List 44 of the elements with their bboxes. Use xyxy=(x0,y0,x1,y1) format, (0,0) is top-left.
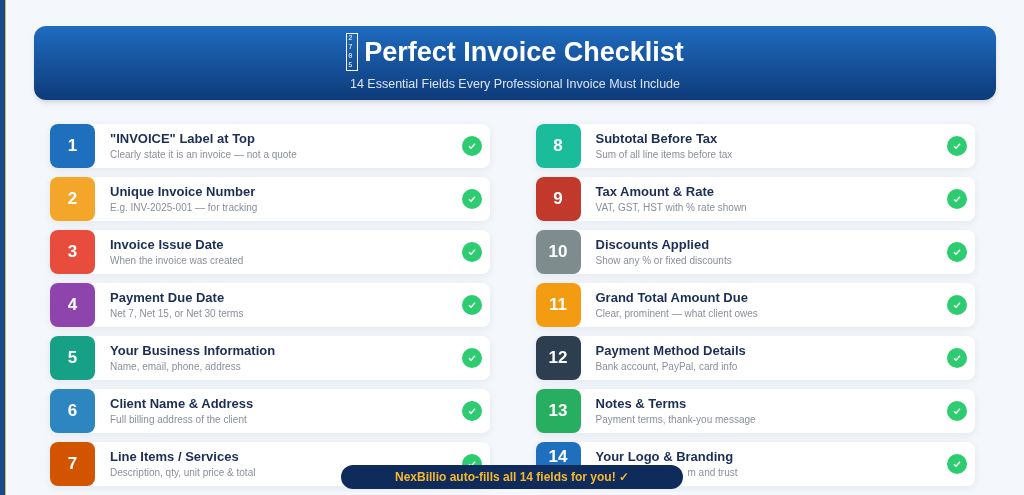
item-description: m and trust xyxy=(687,466,738,480)
number-badge: 11 xyxy=(535,283,581,327)
page-subtitle: 14 Essential Fields Every Professional Invoice Must Include xyxy=(350,75,680,93)
number-badge: 6 xyxy=(50,389,95,433)
number-badge: 13 xyxy=(535,389,581,433)
item-title: Client Name & Address xyxy=(110,395,255,412)
item-title: Your Logo & Branding xyxy=(595,448,735,465)
item-description: When the invoice was created xyxy=(110,254,244,268)
number-badge: 5 xyxy=(50,336,95,380)
item-title: Tax Amount & Rate xyxy=(595,183,715,200)
number-badge: 9 xyxy=(535,177,581,221)
item-description: Clear, prominent — what client owes xyxy=(595,307,758,321)
number-badge: 8 xyxy=(535,124,581,168)
item-title: Grand Total Amount Due xyxy=(595,289,749,306)
item-description: Bank account, PayPal, card info xyxy=(595,360,738,374)
item-description: Description, qty, unit price & total xyxy=(110,466,256,480)
item-description: Sum of all line items before tax xyxy=(595,148,733,162)
number-badge: 4 xyxy=(50,283,95,327)
item-title: Your Business Information xyxy=(110,342,277,359)
item-description: VAT, GST, HST with % rate shown xyxy=(595,201,747,215)
item-description: E.g. INV-2025-001 — for tracking xyxy=(110,201,258,215)
number-badge: 10 xyxy=(535,230,581,274)
item-description: Payment terms, thank-you message xyxy=(595,413,756,427)
item-description: Clearly state it is an invoice — not a quote xyxy=(110,148,297,162)
item-title: "INVOICE" Label at Top xyxy=(110,130,256,147)
item-description: Full billing address of the client xyxy=(110,413,247,427)
item-title: Payment Due Date xyxy=(110,289,226,306)
item-title: Discounts Applied xyxy=(595,236,711,253)
item-title: Notes & Terms xyxy=(595,395,688,412)
number-badge: 3 xyxy=(50,230,95,274)
number-badge: 7 xyxy=(50,442,95,486)
item-title: Line Items / Services xyxy=(110,448,240,465)
number-badge: 1 xyxy=(50,124,95,168)
item-title: Invoice Issue Date xyxy=(110,236,225,253)
number-badge: 12 xyxy=(535,336,581,380)
item-title: Payment Method Details xyxy=(595,342,747,359)
item-title: Unique Invoice Number xyxy=(110,183,257,200)
item-description: Net 7, Net 15, or Net 30 terms xyxy=(110,307,244,321)
item-description: Show any % or fixed discounts xyxy=(595,254,732,268)
number-badge: 2 xyxy=(50,177,95,221)
page-title: Perfect Invoice Checklist xyxy=(364,35,684,68)
item-description: Name, email, phone, address xyxy=(110,360,241,374)
item-title: Subtotal Before Tax xyxy=(595,130,719,147)
promo-banner: NexBillio auto-fills all 14 fields for you! ✓ xyxy=(341,465,683,489)
